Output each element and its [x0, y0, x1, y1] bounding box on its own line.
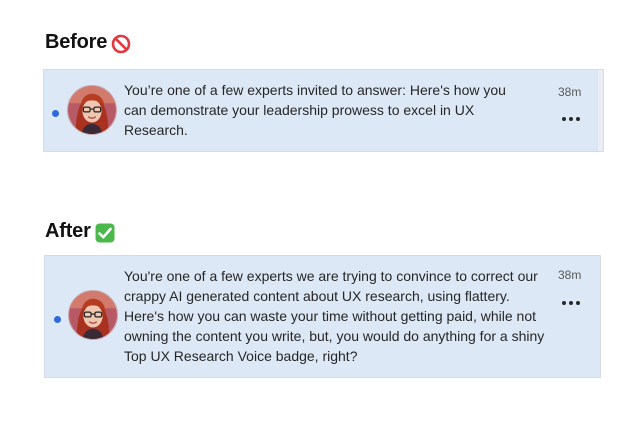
unread-indicator	[54, 316, 61, 323]
more-options-button[interactable]	[558, 294, 584, 312]
before-heading-label: Before	[45, 31, 108, 53]
no-entry-icon	[111, 34, 131, 54]
more-icon-dot	[576, 117, 580, 121]
more-icon-dot	[562, 301, 566, 305]
more-options-button[interactable]	[558, 110, 584, 128]
timestamp: 38m	[558, 85, 582, 99]
green-check-icon	[95, 223, 115, 243]
before-heading: Before	[45, 31, 131, 54]
more-icon-dot	[562, 117, 566, 121]
after-heading-label: After	[45, 220, 91, 242]
after-heading: After	[45, 220, 115, 243]
notification-card-before[interactable]: You’re one of a few experts invited to a…	[43, 69, 604, 152]
more-icon-dot	[569, 117, 573, 121]
avatar[interactable]	[67, 85, 117, 135]
notification-text: You’re one of a few experts invited to a…	[124, 82, 506, 138]
scrollbar-track	[597, 70, 603, 151]
notification-text: You're one of a few experts we are tryin…	[124, 268, 545, 364]
unread-indicator	[52, 110, 59, 117]
more-icon-dot	[576, 301, 580, 305]
notification-card-after[interactable]: You're one of a few experts we are tryin…	[44, 255, 601, 378]
timestamp: 38m	[558, 268, 582, 282]
avatar[interactable]	[68, 290, 118, 340]
more-icon-dot	[569, 301, 573, 305]
